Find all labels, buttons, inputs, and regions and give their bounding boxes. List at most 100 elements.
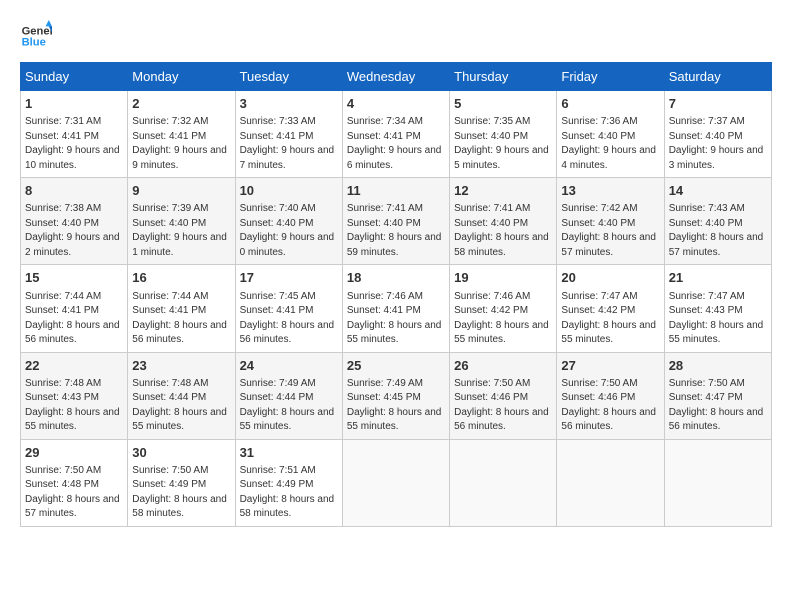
calendar-cell: 24 Sunrise: 7:49 AM Sunset: 4:44 PM Dayli… (235, 352, 342, 439)
day-info: Sunrise: 7:43 AM Sunset: 4:40 PM Dayligh… (669, 202, 767, 260)
calendar-cell: 10Sunrise: 7:40 AM Sunset: 4:40 PM Dayli… (235, 178, 342, 265)
day-info: Sunrise: 7:47 AM Sunset: 4:42 PM Dayligh… (561, 290, 659, 348)
calendar-week-1: 1 Sunrise: 7:31 AM Sunset: 4:41 PM Daylig… (21, 91, 772, 178)
calendar-cell: 28 Sunrise: 7:50 AM Sunset: 4:47 PM Dayli… (664, 352, 771, 439)
calendar-cell: 18 Sunrise: 7:46 AM Sunset: 4:41 PM Dayli… (342, 265, 449, 352)
weekday-row: SundayMondayTuesdayWednesdayThursdayFrid… (21, 63, 772, 91)
weekday-header-friday: Friday (557, 63, 664, 91)
day-number: 4 (347, 95, 445, 113)
calendar-cell: 1 Sunrise: 7:31 AM Sunset: 4:41 PM Daylig… (21, 91, 128, 178)
day-number: 14 (669, 182, 767, 200)
weekday-header-monday: Monday (128, 63, 235, 91)
day-info: Sunrise: 7:33 AM Sunset: 4:41 PM Dayligh… (240, 115, 338, 173)
day-number: 26 (454, 357, 552, 375)
calendar-cell: 12Sunrise: 7:41 AM Sunset: 4:40 PM Dayli… (450, 178, 557, 265)
day-info: Sunrise: 7:50 AM Sunset: 4:46 PM Dayligh… (561, 377, 659, 435)
day-number: 6 (561, 95, 659, 113)
day-info: Sunrise: 7:50 AM Sunset: 4:47 PM Dayligh… (669, 377, 767, 435)
weekday-header-tuesday: Tuesday (235, 63, 342, 91)
day-info: Sunrise: 7:47 AM Sunset: 4:43 PM Dayligh… (669, 290, 767, 348)
day-info: Sunrise: 7:44 AM Sunset: 4:41 PM Dayligh… (25, 290, 123, 348)
day-info: Sunrise: 7:38 AM Sunset: 4:40 PM Dayligh… (25, 202, 123, 260)
day-number: 18 (347, 269, 445, 287)
calendar-cell: 20 Sunrise: 7:47 AM Sunset: 4:42 PM Dayli… (557, 265, 664, 352)
day-info: Sunrise: 7:31 AM Sunset: 4:41 PM Dayligh… (25, 115, 123, 173)
calendar-cell: 7 Sunrise: 7:37 AM Sunset: 4:40 PM Daylig… (664, 91, 771, 178)
calendar-cell: 30Sunrise: 7:50 AM Sunset: 4:49 PM Dayli… (128, 439, 235, 526)
day-number: 22 (25, 357, 123, 375)
calendar-week-4: 22Sunrise: 7:48 AM Sunset: 4:43 PM Dayli… (21, 352, 772, 439)
day-number: 17 (240, 269, 338, 287)
day-info: Sunrise: 7:32 AM Sunset: 4:41 PM Dayligh… (132, 115, 230, 173)
day-number: 7 (669, 95, 767, 113)
day-number: 29 (25, 444, 123, 462)
calendar-cell: 21 Sunrise: 7:47 AM Sunset: 4:43 PM Dayli… (664, 265, 771, 352)
day-number: 28 (669, 357, 767, 375)
logo: General Blue (20, 20, 56, 52)
day-number: 31 (240, 444, 338, 462)
day-number: 20 (561, 269, 659, 287)
day-info: Sunrise: 7:50 AM Sunset: 4:48 PM Dayligh… (25, 464, 123, 522)
calendar-cell: 4 Sunrise: 7:34 AM Sunset: 4:41 PM Daylig… (342, 91, 449, 178)
day-info: Sunrise: 7:46 AM Sunset: 4:42 PM Dayligh… (454, 290, 552, 348)
weekday-header-saturday: Saturday (664, 63, 771, 91)
day-info: Sunrise: 7:48 AM Sunset: 4:44 PM Dayligh… (132, 377, 230, 435)
calendar-cell: 27 Sunrise: 7:50 AM Sunset: 4:46 PM Dayli… (557, 352, 664, 439)
calendar-cell: 3 Sunrise: 7:33 AM Sunset: 4:41 PM Daylig… (235, 91, 342, 178)
day-number: 25 (347, 357, 445, 375)
calendar-week-3: 15Sunrise: 7:44 AM Sunset: 4:41 PM Dayli… (21, 265, 772, 352)
day-number: 2 (132, 95, 230, 113)
day-number: 8 (25, 182, 123, 200)
logo-icon: General Blue (20, 20, 52, 52)
day-info: Sunrise: 7:50 AM Sunset: 4:46 PM Dayligh… (454, 377, 552, 435)
svg-text:Blue: Blue (22, 37, 46, 49)
calendar-cell: 22Sunrise: 7:48 AM Sunset: 4:43 PM Dayli… (21, 352, 128, 439)
day-info: Sunrise: 7:35 AM Sunset: 4:40 PM Dayligh… (454, 115, 552, 173)
calendar-week-5: 29 Sunrise: 7:50 AM Sunset: 4:48 PM Dayli… (21, 439, 772, 526)
day-info: Sunrise: 7:44 AM Sunset: 4:41 PM Dayligh… (132, 290, 230, 348)
day-number: 30 (132, 444, 230, 462)
day-number: 9 (132, 182, 230, 200)
weekday-header-thursday: Thursday (450, 63, 557, 91)
calendar-cell: 25 Sunrise: 7:49 AM Sunset: 4:45 PM Dayli… (342, 352, 449, 439)
day-number: 23 (132, 357, 230, 375)
calendar-cell (557, 439, 664, 526)
day-info: Sunrise: 7:46 AM Sunset: 4:41 PM Dayligh… (347, 290, 445, 348)
calendar-header: SundayMondayTuesdayWednesdayThursdayFrid… (21, 63, 772, 91)
calendar-cell: 2 Sunrise: 7:32 AM Sunset: 4:41 PM Daylig… (128, 91, 235, 178)
calendar-cell: 13Sunrise: 7:42 AM Sunset: 4:40 PM Dayli… (557, 178, 664, 265)
day-info: Sunrise: 7:49 AM Sunset: 4:44 PM Dayligh… (240, 377, 338, 435)
day-info: Sunrise: 7:41 AM Sunset: 4:40 PM Dayligh… (347, 202, 445, 260)
calendar-table: SundayMondayTuesdayWednesdayThursdayFrid… (20, 62, 772, 527)
day-number: 5 (454, 95, 552, 113)
calendar-cell: 15Sunrise: 7:44 AM Sunset: 4:41 PM Dayli… (21, 265, 128, 352)
day-info: Sunrise: 7:34 AM Sunset: 4:41 PM Dayligh… (347, 115, 445, 173)
day-number: 21 (669, 269, 767, 287)
day-number: 3 (240, 95, 338, 113)
calendar-cell: 23 Sunrise: 7:48 AM Sunset: 4:44 PM Dayli… (128, 352, 235, 439)
day-info: Sunrise: 7:36 AM Sunset: 4:40 PM Dayligh… (561, 115, 659, 173)
calendar-cell (342, 439, 449, 526)
day-number: 11 (347, 182, 445, 200)
calendar-cell: 26 Sunrise: 7:50 AM Sunset: 4:46 PM Dayli… (450, 352, 557, 439)
day-number: 1 (25, 95, 123, 113)
calendar-cell (450, 439, 557, 526)
calendar-cell (664, 439, 771, 526)
day-info: Sunrise: 7:39 AM Sunset: 4:40 PM Dayligh… (132, 202, 230, 260)
calendar-cell: 9 Sunrise: 7:39 AM Sunset: 4:40 PM Daylig… (128, 178, 235, 265)
day-number: 24 (240, 357, 338, 375)
svg-text:General: General (22, 25, 52, 37)
calendar-body: 1 Sunrise: 7:31 AM Sunset: 4:41 PM Daylig… (21, 91, 772, 527)
day-info: Sunrise: 7:51 AM Sunset: 4:49 PM Dayligh… (240, 464, 338, 522)
day-info: Sunrise: 7:49 AM Sunset: 4:45 PM Dayligh… (347, 377, 445, 435)
weekday-header-wednesday: Wednesday (342, 63, 449, 91)
day-info: Sunrise: 7:45 AM Sunset: 4:41 PM Dayligh… (240, 290, 338, 348)
calendar-cell: 11 Sunrise: 7:41 AM Sunset: 4:40 PM Dayli… (342, 178, 449, 265)
calendar-cell: 8 Sunrise: 7:38 AM Sunset: 4:40 PM Daylig… (21, 178, 128, 265)
day-info: Sunrise: 7:37 AM Sunset: 4:40 PM Dayligh… (669, 115, 767, 173)
day-number: 13 (561, 182, 659, 200)
weekday-header-sunday: Sunday (21, 63, 128, 91)
calendar-week-2: 8 Sunrise: 7:38 AM Sunset: 4:40 PM Daylig… (21, 178, 772, 265)
calendar-cell: 6 Sunrise: 7:36 AM Sunset: 4:40 PM Daylig… (557, 91, 664, 178)
day-number: 27 (561, 357, 659, 375)
